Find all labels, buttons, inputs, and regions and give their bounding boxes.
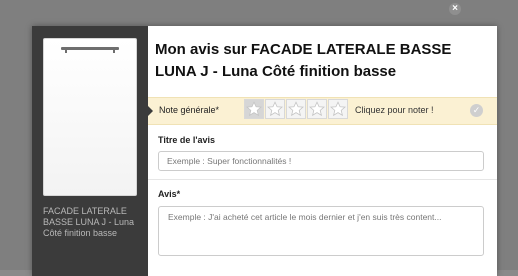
star-1-icon[interactable] bbox=[244, 99, 264, 119]
review-title-input[interactable] bbox=[158, 151, 484, 171]
star-2-icon[interactable] bbox=[265, 99, 285, 119]
arrow-icon bbox=[147, 105, 153, 117]
review-body-textarea[interactable] bbox=[158, 206, 484, 256]
rating-bar: Note générale* Cliquez pour noter ! ✓ bbox=[147, 97, 497, 125]
product-sidebar: FACADE LATERALE BASSE LUNA J - Luna Côté… bbox=[32, 26, 148, 276]
product-image bbox=[43, 38, 137, 196]
modal-title: Mon avis sur FACADE LATERALE BASSE LUNA … bbox=[155, 41, 452, 80]
divider bbox=[148, 179, 497, 180]
review-title-label: Titre de l'avis bbox=[158, 135, 216, 145]
handle-graphic bbox=[61, 47, 119, 53]
star-3-icon[interactable] bbox=[286, 99, 306, 119]
review-form: Mon avis sur FACADE LATERALE BASSE LUNA … bbox=[147, 26, 497, 276]
rating-cta-label[interactable]: Cliquez pour noter ! bbox=[355, 105, 434, 115]
rating-label: Note générale* bbox=[159, 105, 220, 115]
star-4-icon[interactable] bbox=[307, 99, 327, 119]
star-5-icon[interactable] bbox=[328, 99, 348, 119]
product-caption: FACADE LATERALE BASSE LUNA J - Luna Côté… bbox=[43, 206, 135, 238]
review-modal: FACADE LATERALE BASSE LUNA J - Luna Côté… bbox=[32, 26, 497, 276]
check-icon: ✓ bbox=[470, 104, 483, 117]
close-icon[interactable]: × bbox=[449, 3, 461, 15]
star-rating[interactable] bbox=[244, 99, 349, 121]
review-body-label: Avis* bbox=[158, 189, 181, 199]
